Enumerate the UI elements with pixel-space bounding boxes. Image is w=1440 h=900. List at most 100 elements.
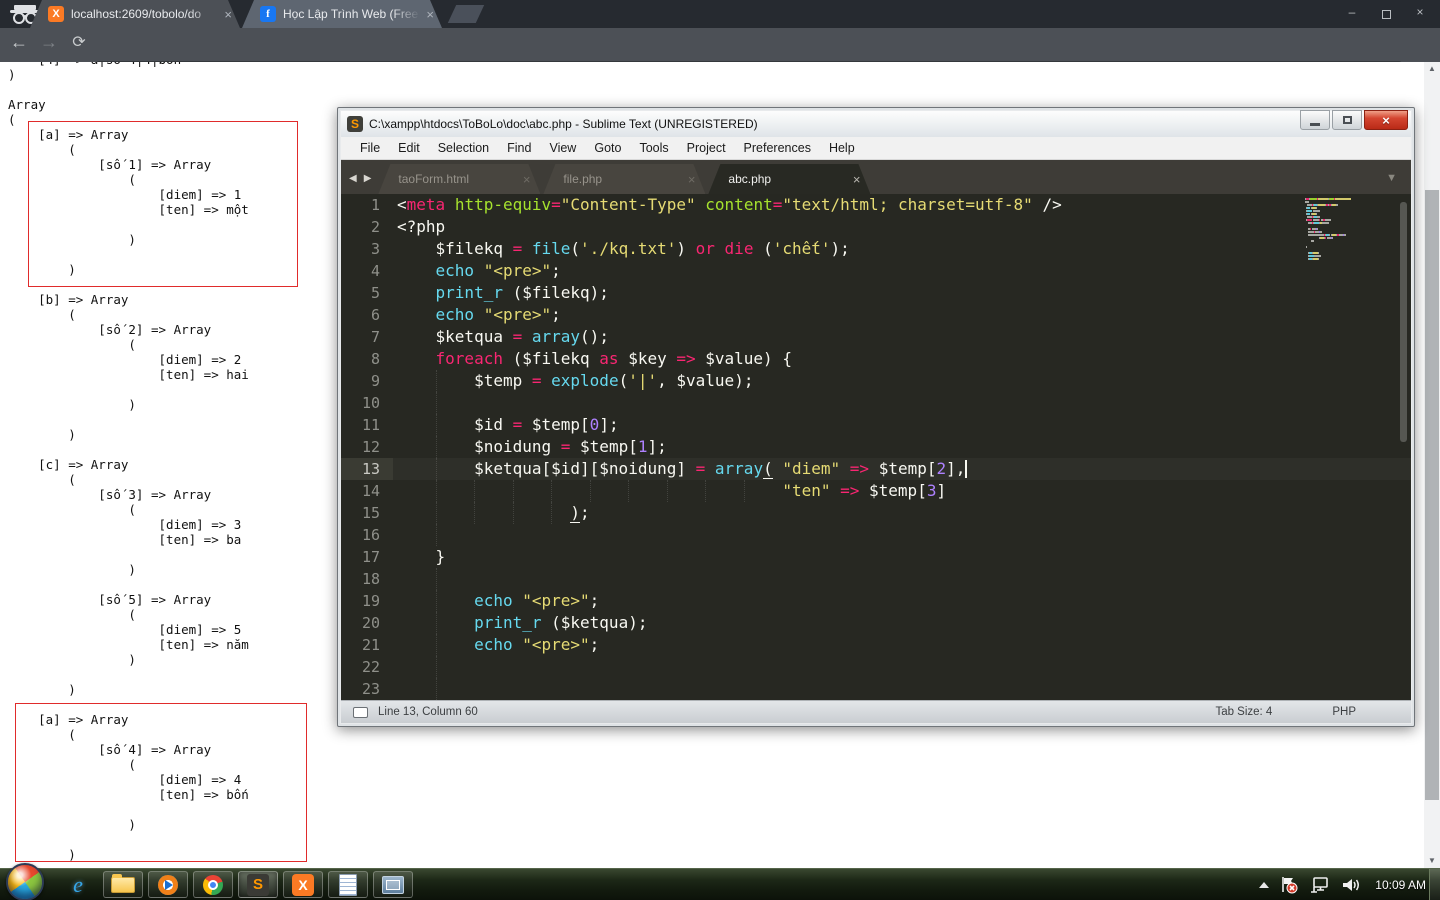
- minimap-line: [1305, 237, 1351, 239]
- back-button[interactable]: ←: [6, 32, 32, 53]
- code-segment: 'chết': [773, 239, 831, 258]
- tab-scroll-right-icon[interactable]: ▶: [364, 173, 379, 194]
- taskbar-notepad[interactable]: [328, 871, 368, 898]
- menu-item-find[interactable]: Find: [498, 141, 540, 155]
- code-segment: "<pre>": [484, 261, 551, 280]
- line-number: 15: [341, 502, 393, 524]
- code-segment: =: [773, 195, 783, 214]
- status-panel-icon[interactable]: [353, 707, 368, 718]
- volume-icon[interactable]: [1341, 876, 1361, 894]
- scroll-down-arrow[interactable]: ▼: [1424, 854, 1440, 868]
- window-minimize-button[interactable]: –: [1338, 2, 1366, 22]
- code-segment: echo: [436, 261, 475, 280]
- code-segment: =: [532, 371, 542, 390]
- line-number: 17: [341, 546, 393, 568]
- menu-item-tools[interactable]: Tools: [630, 141, 677, 155]
- browser-tab-2[interactable]: fHọc Lập Trình Web (Free×: [242, 0, 442, 28]
- indent-guide: [436, 480, 437, 502]
- new-tab-button[interactable]: [448, 5, 484, 23]
- line-number: 5: [341, 282, 393, 304]
- menu-item-project[interactable]: Project: [678, 141, 735, 155]
- sublime-maximize-button[interactable]: [1332, 110, 1362, 130]
- menu-item-preferences[interactable]: Preferences: [735, 141, 820, 155]
- code-segment: [397, 503, 570, 522]
- code-segment: ();: [580, 327, 609, 346]
- code-text: $temp = explode('|', $value);: [393, 370, 1411, 392]
- windows-explorer-icon: [111, 877, 135, 893]
- code-segment: [696, 195, 706, 214]
- menu-item-help[interactable]: Help: [820, 141, 864, 155]
- code-segment: array: [532, 327, 580, 346]
- tab-close-icon[interactable]: ×: [224, 7, 232, 22]
- scroll-up-arrow[interactable]: ▲: [1424, 62, 1440, 76]
- code-segment: $temp[: [869, 459, 936, 478]
- code-segment: (: [619, 371, 629, 390]
- code-text: );: [393, 502, 1411, 524]
- editor-tab-close-icon[interactable]: ×: [523, 172, 531, 187]
- code-line-9: 9 $temp = explode('|', $value);: [341, 370, 1411, 392]
- tray-expand-icon[interactable]: [1259, 882, 1269, 888]
- tab-size-indicator[interactable]: Tab Size: 4: [1215, 706, 1272, 718]
- page-scrollbar[interactable]: ▲ ▼: [1424, 62, 1440, 868]
- syntax-indicator[interactable]: PHP: [1332, 706, 1356, 718]
- editor-scrollbar[interactable]: [1400, 202, 1407, 442]
- code-segment: $id: [397, 415, 513, 434]
- taskbar-app-window[interactable]: [373, 871, 413, 898]
- sublime-close-button[interactable]: ×: [1364, 110, 1408, 130]
- taskbar-media-player[interactable]: [148, 871, 188, 898]
- taskbar-clock[interactable]: 10:09 AM: [1375, 878, 1426, 892]
- sublime-text-icon: S: [247, 874, 269, 896]
- tab-overflow-icon[interactable]: ▼: [1386, 172, 1397, 184]
- text-cursor: [965, 460, 967, 478]
- window-restore-button[interactable]: [1372, 2, 1400, 22]
- taskbar-internet-explorer[interactable]: e: [58, 871, 98, 898]
- code-segment: [522, 327, 532, 346]
- taskbar-xampp[interactable]: X: [283, 871, 323, 898]
- code-editor[interactable]: 1<meta http-equiv="Content-Type" content…: [341, 194, 1411, 700]
- minimap-line: [1305, 261, 1351, 263]
- tab-close-icon[interactable]: ×: [426, 7, 434, 22]
- editor-tab-close-icon[interactable]: ×: [688, 172, 696, 187]
- window-close-button[interactable]: ×: [1406, 2, 1434, 22]
- show-desktop-button[interactable]: [1429, 869, 1440, 900]
- editor-tab-close-icon[interactable]: ×: [853, 172, 861, 187]
- scrollbar-thumb[interactable]: [1425, 190, 1439, 800]
- sublime-minimize-button[interactable]: [1300, 110, 1330, 130]
- editor-tab-file.php[interactable]: file.php×: [543, 164, 705, 194]
- editor-tab-abc.php[interactable]: abc.php×: [708, 164, 870, 194]
- menu-item-view[interactable]: View: [540, 141, 585, 155]
- sublime-title-bar[interactable]: S C:\xampp\htdocs\ToBoLo\doc\abc.php - S…: [341, 111, 1411, 137]
- browser-tab-1[interactable]: Xlocalhost:2609/tobolo/do×: [30, 0, 240, 28]
- line-number: 18: [341, 568, 393, 590]
- code-segment: $value) {: [696, 349, 792, 368]
- tab-scroll-left-icon[interactable]: ◀: [341, 173, 364, 194]
- indent-guide: [667, 480, 668, 502]
- action-center-flag-icon[interactable]: [1279, 876, 1299, 894]
- code-line-15: 15 );: [341, 502, 1411, 524]
- menu-item-selection[interactable]: Selection: [429, 141, 498, 155]
- taskbar-windows-explorer[interactable]: [103, 871, 143, 898]
- code-segment: [840, 459, 850, 478]
- code-text: "ten" => $temp[3]: [393, 480, 1411, 502]
- code-segment: array: [715, 459, 763, 478]
- code-segment: ): [676, 239, 695, 258]
- menu-item-file[interactable]: File: [351, 141, 389, 155]
- minimap-line: [1305, 234, 1351, 236]
- code-line-5: 5 print_r ($filekq);: [341, 282, 1411, 304]
- editor-tab-taoForm.html[interactable]: taoForm.html×: [378, 164, 540, 194]
- menu-item-edit[interactable]: Edit: [389, 141, 429, 155]
- taskbar-chrome[interactable]: [193, 871, 233, 898]
- code-line-6: 6 echo "<pre>";: [341, 304, 1411, 326]
- code-segment: (: [570, 239, 580, 258]
- code-line-10: 10: [341, 392, 1411, 414]
- notepad-icon: [339, 874, 357, 896]
- code-line-7: 7 $ketqua = array();: [341, 326, 1411, 348]
- indent-guide: [436, 392, 437, 414]
- start-button[interactable]: [6, 863, 44, 900]
- menu-item-goto[interactable]: Goto: [585, 141, 630, 155]
- minimap[interactable]: [1305, 198, 1351, 267]
- network-icon[interactable]: [1309, 876, 1331, 894]
- taskbar-sublime-text[interactable]: S: [238, 871, 278, 898]
- reload-button[interactable]: ⟳: [66, 32, 92, 52]
- code-segment: $ketqua[$id][$noidung]: [397, 459, 696, 478]
